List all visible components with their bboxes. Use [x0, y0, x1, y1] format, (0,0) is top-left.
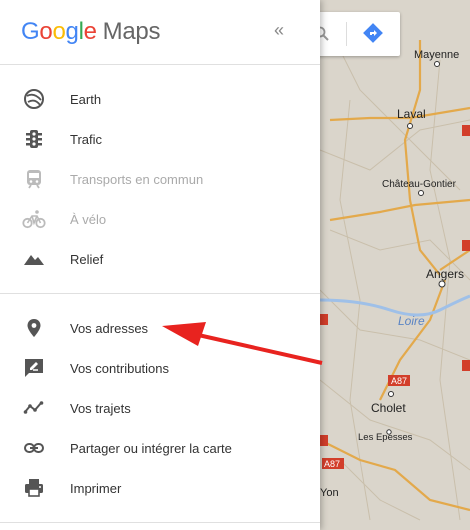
- contribution-icon: [22, 356, 46, 380]
- menu-item-label: Imprimer: [70, 480, 122, 496]
- menu-item-earth[interactable]: Earth: [0, 79, 320, 119]
- menu-item-label: Earth: [70, 91, 102, 107]
- menu-item-timeline[interactable]: Vos trajets: [0, 388, 320, 428]
- river-label: Loire: [398, 314, 425, 328]
- bicycle-icon: [22, 207, 46, 231]
- menu-item-label: Relief: [70, 251, 104, 267]
- menu-item-your-places[interactable]: Vos adresses: [0, 308, 320, 348]
- pin-icon: [22, 316, 46, 340]
- city-label: Mayenne: [414, 49, 459, 61]
- menu-item-print[interactable]: Imprimer: [0, 468, 320, 508]
- menu-item-label: À vélo: [70, 211, 107, 227]
- link-icon: [22, 436, 46, 460]
- directions-icon[interactable]: [362, 22, 384, 44]
- earth-icon: [22, 87, 46, 111]
- timeline-icon: [22, 396, 46, 420]
- menu-item-bicycle[interactable]: À vélo: [0, 199, 320, 239]
- city-label: Château-Gontier: [382, 179, 457, 190]
- city-label: Yon: [320, 487, 339, 499]
- menu-item-label: Transports en commun: [70, 171, 204, 187]
- menu-item-label: Partager ou intégrer la carte: [70, 440, 232, 456]
- city-label: Les Epesses: [358, 432, 413, 443]
- collapse-menu-icon[interactable]: «: [274, 20, 294, 44]
- road-shield-label: A87: [324, 459, 340, 469]
- menu-item-label: Vos contributions: [70, 360, 170, 376]
- terrain-icon: [22, 247, 46, 271]
- google-maps-logo[interactable]: Google Maps: [21, 18, 160, 46]
- actions-section: Vos adresses Vos contributions Vos traje…: [0, 294, 320, 523]
- menu-item-contributions[interactable]: Vos contributions: [0, 348, 320, 388]
- road-shield-label: A87: [391, 376, 407, 386]
- menu-item-share-embed[interactable]: Partager ou intégrer la carte: [0, 428, 320, 468]
- menu-item-label: Trafic: [70, 131, 103, 147]
- city-label: Cholet: [371, 401, 406, 415]
- train-icon: [22, 167, 46, 191]
- menu-header: Google Maps «: [0, 0, 320, 65]
- menu-item-transit[interactable]: Transports en commun: [0, 159, 320, 199]
- menu-item-label: Vos adresses: [70, 320, 149, 336]
- traffic-light-icon: [22, 127, 46, 151]
- layers-section: Earth Trafic Transports en commun À vélo…: [0, 65, 320, 294]
- city-label: Laval: [397, 107, 426, 121]
- menu-item-label: Vos trajets: [70, 400, 131, 416]
- menu-item-relief[interactable]: Relief: [0, 239, 320, 279]
- printer-icon: [22, 476, 46, 500]
- side-menu: Google Maps « Earth Trafic Transports en …: [0, 0, 320, 530]
- menu-item-traffic[interactable]: Trafic: [0, 119, 320, 159]
- city-label: Angers: [426, 267, 464, 281]
